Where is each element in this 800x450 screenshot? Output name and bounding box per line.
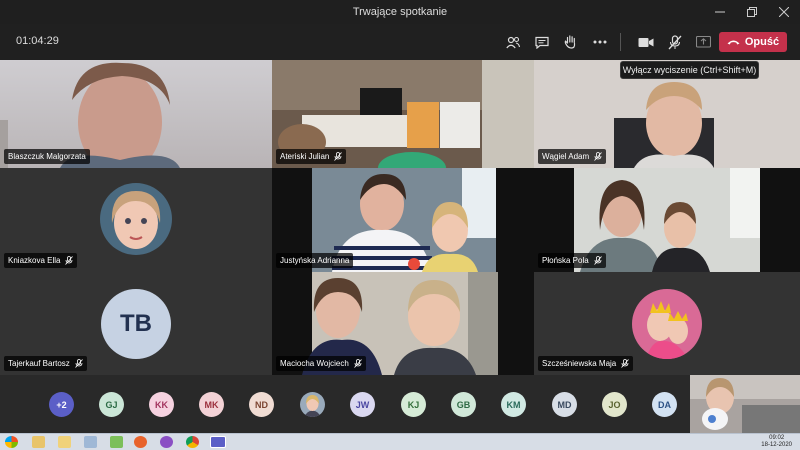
video-tile[interactable]: Płońska Pola: [534, 168, 800, 272]
participant-photo: [632, 289, 702, 359]
participant-name: Szcześniewska Maja: [542, 359, 617, 368]
meeting-toolbar: 01:04:29 Opuść: [0, 24, 800, 60]
share-screen-icon: [696, 36, 711, 48]
participant-name: Maciocha Wojciech: [280, 359, 349, 368]
participant-name: Justyńska Adrianna: [280, 256, 350, 265]
participant-avatar[interactable]: JW: [350, 392, 375, 417]
notepad-icon[interactable]: [84, 436, 97, 448]
participant-avatar[interactable]: GJ: [99, 392, 124, 417]
participant-name-tag: Tajerkauf Bartosz: [4, 356, 87, 371]
window-title: Trwające spotkanie: [352, 6, 448, 18]
chrome-icon[interactable]: [186, 436, 199, 448]
mic-off-icon: [594, 152, 602, 161]
participant-name-tag: Maciocha Wojciech: [276, 356, 366, 371]
participant-avatar[interactable]: DA: [652, 392, 677, 417]
participant-name-tag: Szcześniewska Maja: [538, 356, 634, 371]
camera-icon: [638, 37, 653, 47]
hang-up-icon: [727, 40, 740, 45]
participant-avatar[interactable]: GB: [451, 392, 476, 417]
mic-off-icon: [65, 256, 74, 265]
file-explorer-icon[interactable]: [32, 436, 45, 448]
avatar-tile[interactable]: Szcześniewska Maja: [534, 272, 800, 375]
teams-meeting-window: Trwające spotkanie 01:04:29 Opuść Wyłącz…: [0, 0, 800, 450]
firefox-private-icon[interactable]: [160, 436, 173, 448]
minimize-icon: [715, 11, 725, 13]
mic-off-icon: [593, 256, 602, 265]
participant-avatar[interactable]: KM: [501, 392, 526, 417]
meeting-timer: 01:04:29: [16, 35, 59, 47]
raise-hand-button[interactable]: [556, 30, 585, 54]
participant-avatar[interactable]: MD: [552, 392, 577, 417]
initials-avatar: TB: [101, 289, 171, 359]
leave-meeting-button[interactable]: Opuść: [719, 32, 787, 52]
raise-hand-icon: [564, 35, 576, 49]
more-icon: [593, 40, 606, 44]
meeting-controls: [498, 30, 718, 54]
self-video-preview[interactable]: [690, 375, 800, 433]
video-tile[interactable]: Ateriski Julian: [272, 60, 534, 168]
overflow-participants-badge[interactable]: +2: [49, 392, 74, 417]
participant-avatar[interactable]: JO: [602, 392, 627, 417]
mic-off-icon: [621, 359, 630, 368]
os-taskbar: 09:02 18-12-2020: [0, 433, 800, 450]
participant-name-tag: Kniazkova Ella: [4, 253, 78, 268]
participant-name: Kniazkova Ella: [8, 256, 61, 265]
participant-name: Blaszczuk Malgorzata: [8, 152, 86, 161]
window-controls: [704, 0, 800, 24]
title-bar: Trwające spotkanie: [0, 0, 800, 24]
participant-name: Ateriski Julian: [280, 152, 330, 161]
participants-button[interactable]: [498, 30, 527, 54]
video-tile[interactable]: Justyńska Adrianna: [272, 168, 534, 272]
mic-off-icon: [75, 359, 83, 368]
participant-avatar-photo[interactable]: [300, 392, 325, 417]
avatar-tile[interactable]: TB Tajerkauf Bartosz: [0, 272, 272, 375]
restore-button[interactable]: [736, 0, 768, 24]
close-window-button[interactable]: [768, 0, 800, 24]
chat-icon: [534, 36, 549, 49]
firefox-icon[interactable]: [134, 436, 147, 448]
video-tile[interactable]: Blaszczuk Malgorzata: [0, 60, 272, 168]
participant-name-tag: Blaszczuk Malgorzata: [4, 149, 90, 164]
close-icon: [779, 7, 789, 17]
participant-name-tag: Płońska Pola: [538, 253, 606, 268]
avatar-tile[interactable]: Kniazkova Ella: [0, 168, 272, 272]
participant-avatar[interactable]: KJ: [401, 392, 426, 417]
participant-photo: [100, 183, 172, 255]
toolbar-divider: [620, 33, 621, 51]
clock-date: 18-12-2020: [761, 442, 792, 448]
participant-avatar-bar: +2 GJ KK MK ND JW KJ GB KM MD JO DA: [0, 375, 690, 433]
restore-icon: [747, 7, 757, 17]
participant-name: Płońska Pola: [542, 256, 589, 265]
teams-icon[interactable]: [210, 436, 226, 448]
start-button[interactable]: [5, 436, 18, 448]
more-actions-button[interactable]: [585, 30, 614, 54]
participant-avatar[interactable]: MK: [199, 392, 224, 417]
mic-off-icon: [353, 359, 362, 368]
mic-off-icon: [334, 152, 343, 161]
share-screen-button[interactable]: [689, 30, 718, 54]
leave-label: Opuść: [744, 36, 780, 48]
participant-name: Wągiel Adam: [542, 152, 590, 161]
clock-time: 09:02: [769, 435, 785, 441]
people-icon: [505, 36, 520, 48]
participant-name-tag: Wągiel Adam: [538, 149, 607, 164]
participant-name-tag: Justyńska Adrianna: [276, 253, 354, 268]
microphone-muted-icon: [668, 34, 681, 49]
participant-avatar[interactable]: ND: [249, 392, 274, 417]
folder-icon[interactable]: [58, 436, 71, 448]
chat-button[interactable]: [527, 30, 556, 54]
camera-button[interactable]: [631, 30, 660, 54]
video-tile[interactable]: Maciocha Wojciech: [272, 272, 534, 375]
participant-avatar[interactable]: KK: [149, 392, 174, 417]
paint-icon[interactable]: [110, 436, 123, 448]
unmute-tooltip: Wyłącz wyciszenie (Ctrl+Shift+M): [620, 61, 759, 79]
participant-name-tag: Ateriski Julian: [276, 149, 347, 164]
participant-name: Tajerkauf Bartosz: [8, 359, 70, 368]
minimize-button[interactable]: [704, 0, 736, 24]
microphone-button[interactable]: [660, 30, 689, 54]
taskbar-clock[interactable]: 09:02 18-12-2020: [761, 435, 792, 449]
